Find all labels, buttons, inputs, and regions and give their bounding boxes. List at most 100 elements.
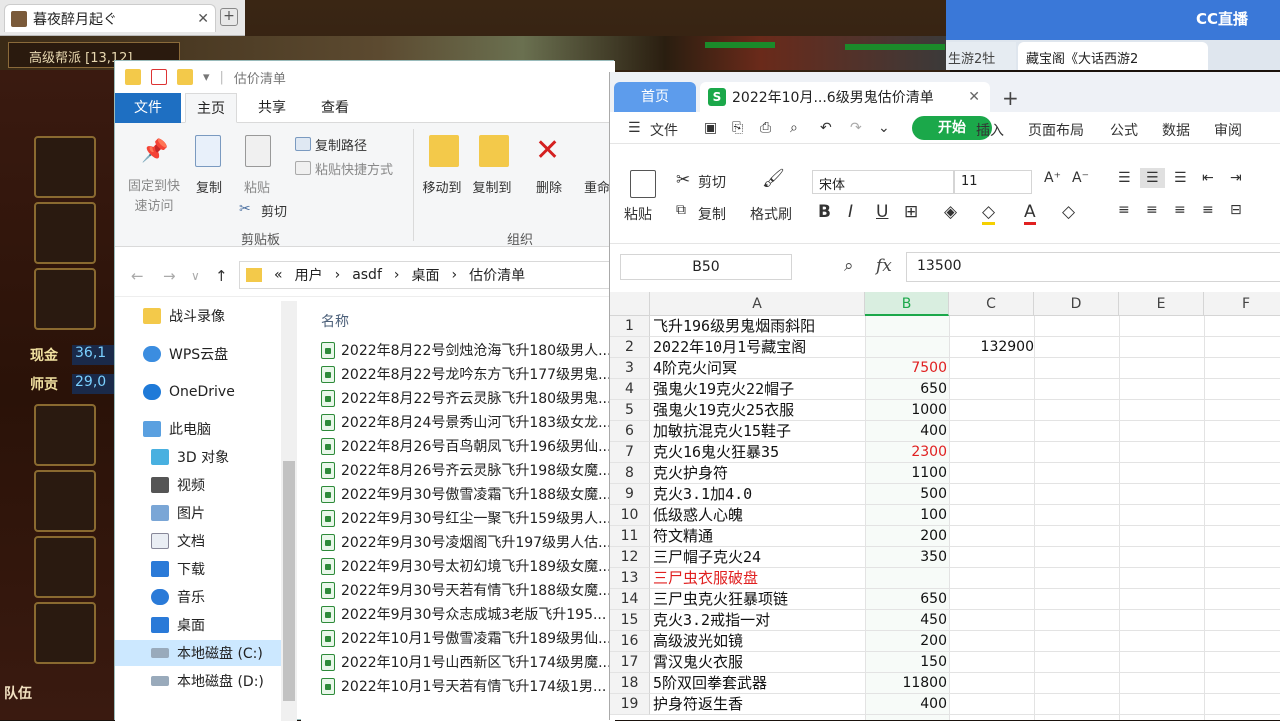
menu-formula[interactable]: 公式 [1110, 120, 1138, 140]
equip-slot[interactable] [34, 136, 96, 198]
select-all-corner[interactable] [610, 292, 650, 316]
align-right-icon[interactable]: ≡ [1174, 202, 1186, 218]
column-header-c[interactable]: C [949, 292, 1034, 316]
nav-item-pictures[interactable]: 图片 [151, 500, 301, 526]
row-header[interactable]: 1 [610, 316, 650, 337]
fill-style-icon[interactable]: ◈ [944, 202, 957, 222]
breadcrumb[interactable]: « 用户 › asdf › 桌面 › 估价清单 [239, 261, 611, 289]
close-icon[interactable]: ✕ [968, 89, 980, 105]
undo-icon[interactable]: ↶ [820, 120, 832, 136]
row-header[interactable]: 11 [610, 526, 650, 547]
column-header-b[interactable]: B [865, 292, 949, 316]
browser-tab[interactable]: 藏宝阁《大话西游2 [1018, 42, 1208, 70]
name-box[interactable]: B50 [620, 254, 792, 280]
list-item[interactable]: 2022年9月30号傲雪凌霜飞升188级女魔... [321, 483, 615, 505]
distributed-icon[interactable]: ⊟ [1230, 202, 1242, 218]
align-left-icon[interactable]: ≡ [1118, 202, 1130, 218]
cell-b[interactable]: 400 [865, 694, 947, 715]
cell-a[interactable]: 护身符返生香 [653, 694, 743, 715]
copy-to-button[interactable]: 复制到 [467, 177, 517, 196]
nav-item-this-pc[interactable]: 此电脑 [143, 416, 293, 442]
tab-document[interactable]: S 2022年10月...6级男鬼估价清单 ✕ [700, 82, 990, 112]
cell-a[interactable]: 2022年10月1号藏宝阁 [653, 337, 806, 358]
cell-a[interactable]: 高级波光如镜 [653, 631, 743, 652]
cell-a[interactable]: 强鬼火19克火22帽子 [653, 379, 794, 400]
move-to-button[interactable]: 移动到 [417, 177, 467, 196]
formula-input[interactable]: 13500 [906, 252, 1280, 282]
border-icon[interactable]: ⊞ [904, 202, 918, 222]
cell-a[interactable]: 低级惑人心魄 [653, 505, 743, 526]
column-header-f[interactable]: F [1204, 292, 1280, 316]
new-tab-button[interactable]: + [220, 8, 238, 26]
bold-icon[interactable]: B [818, 202, 831, 222]
row-header[interactable]: 17 [610, 652, 650, 673]
nav-item-battle-replays[interactable]: 战斗录像 [143, 303, 293, 329]
cell-c[interactable] [950, 358, 1034, 379]
nav-item-downloads[interactable]: 下载 [151, 556, 301, 582]
cut-button[interactable]: 剪切 [257, 201, 291, 220]
nav-item-videos[interactable]: 视频 [151, 472, 301, 498]
column-header-name[interactable]: 名称 [321, 311, 349, 331]
copy-button[interactable]: 复制 [698, 204, 726, 224]
redo-icon[interactable]: ↷ [850, 120, 862, 136]
cell-a[interactable]: 三尸虫克火狂暴项链 [653, 589, 788, 610]
game-browser-tab[interactable]: 暮夜醉月起ぐ ✕ [4, 4, 216, 32]
row-header[interactable]: 6 [610, 421, 650, 442]
list-item[interactable]: 2022年9月30号天若有情飞升188级女魔... [321, 579, 615, 601]
cell-b[interactable]: 650 [865, 379, 947, 400]
cell-a[interactable]: 克火3.1加4.0 [653, 484, 752, 505]
row-header[interactable]: 10 [610, 505, 650, 526]
cell-c[interactable] [950, 400, 1034, 421]
column-header-d[interactable]: D [1034, 292, 1119, 316]
new-tab-button[interactable]: + [1002, 86, 1019, 110]
cell-b[interactable]: 200 [865, 526, 947, 547]
list-item[interactable]: 2022年10月1号山西新区飞升174级男魔... [321, 651, 615, 673]
font-color-icon[interactable]: A [1024, 202, 1036, 225]
equip-slot[interactable] [34, 202, 96, 264]
function-icon[interactable]: fx [876, 256, 892, 276]
list-item[interactable]: 2022年8月22号龙吟东方飞升177级男鬼... [321, 363, 615, 385]
close-icon[interactable]: ✕ [197, 11, 209, 27]
nav-item-desktop[interactable]: 桌面 [151, 612, 301, 638]
paste-button[interactable]: 粘贴 [237, 177, 277, 196]
equip-slot[interactable] [34, 268, 96, 330]
cell-b[interactable]: 100 [865, 505, 947, 526]
cell-b[interactable]: 500 [865, 484, 947, 505]
cell-b[interactable] [865, 337, 947, 358]
cell-c[interactable] [950, 484, 1034, 505]
increase-font-icon[interactable]: A⁺ [1044, 170, 1061, 186]
breadcrumb-overflow[interactable]: « [274, 267, 283, 283]
row-header[interactable]: 12 [610, 547, 650, 568]
list-item[interactable]: 2022年9月30号太初幻境飞升189级女魔... [321, 555, 615, 577]
cell-a[interactable]: 飞升196级男鬼烟雨斜阳 [653, 316, 815, 337]
row-header[interactable]: 8 [610, 463, 650, 484]
cell-c[interactable] [950, 463, 1034, 484]
row-header[interactable]: 19 [610, 694, 650, 715]
cell-c[interactable] [950, 610, 1034, 631]
cell-c[interactable] [950, 568, 1034, 589]
menu-data[interactable]: 数据 [1162, 120, 1190, 140]
cell-a[interactable]: 克火护身符 [653, 463, 728, 484]
column-header-e[interactable]: E [1119, 292, 1204, 316]
cell-a[interactable]: 5阶双回拳套武器 [653, 673, 767, 694]
tab-home[interactable]: 主页 [185, 93, 237, 123]
breadcrumb-item[interactable]: 桌面 [412, 265, 440, 285]
row-header[interactable]: 13 [610, 568, 650, 589]
list-item[interactable]: 2022年8月26号百鸟朝凤飞升196级男仙... [321, 435, 615, 457]
tab-share[interactable]: 共享 [245, 93, 299, 123]
nav-item-drive-c[interactable]: 本地磁盘 (C:) [115, 640, 285, 666]
hamburger-icon[interactable]: ☰ [628, 120, 641, 136]
cell-b[interactable]: 650 [865, 589, 947, 610]
menu-insert[interactable]: 插入 [976, 120, 1004, 140]
row-header[interactable]: 7 [610, 442, 650, 463]
tab-file[interactable]: 文件 [115, 93, 181, 123]
equip-slot[interactable] [34, 602, 96, 664]
properties-icon[interactable] [151, 69, 167, 85]
nav-scrollbar-thumb[interactable] [283, 461, 295, 701]
cell-c[interactable] [950, 694, 1034, 715]
cell-b[interactable] [865, 316, 947, 337]
align-middle-icon[interactable]: ☰ [1140, 168, 1165, 188]
nav-item-3d-objects[interactable]: 3D 对象 [151, 444, 301, 470]
cell-a[interactable]: 克火3.2戒指一对 [653, 610, 770, 631]
nav-item-wps-cloud[interactable]: WPS云盘 [143, 341, 293, 367]
